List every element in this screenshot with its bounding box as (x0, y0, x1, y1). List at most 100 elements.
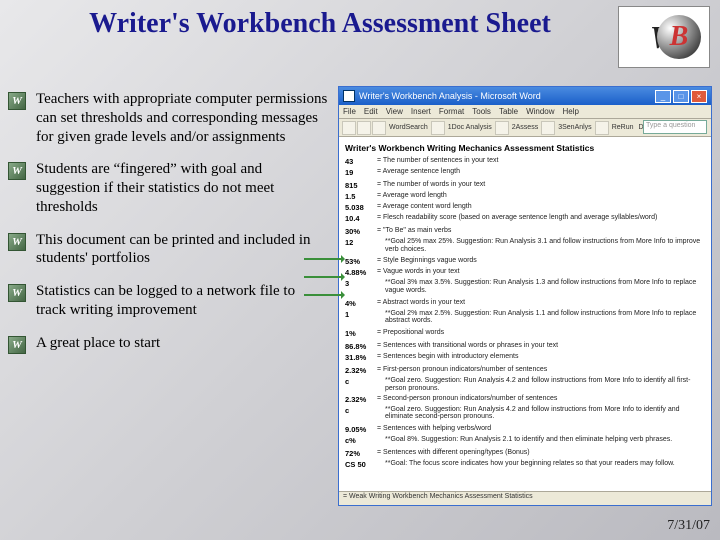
stat-text: = Style Beginnings vague words (377, 257, 705, 265)
stat-row: 9.05%= Sentences with helping verbs/word (345, 425, 705, 434)
stat-text: = "To Be" as main verbs (377, 227, 705, 235)
toolbar-label[interactable]: WordSearch (389, 124, 428, 131)
stat-row: CS 50**Goal: The focus score indicates h… (345, 460, 705, 469)
stat-row: 4%= Abstract words in your text (345, 299, 705, 308)
toolbar-button[interactable] (495, 121, 509, 135)
arrow-3 (304, 294, 344, 296)
toolbar-label[interactable]: 3SenAnlys (558, 124, 591, 131)
stat-number: 30% (345, 227, 377, 236)
toolbar-label[interactable]: ReRun (612, 124, 634, 131)
stat-number: 12 (345, 238, 377, 247)
stat-text: **Goal zero. Suggestion: Run Analysis 4.… (377, 406, 705, 421)
stat-row: 53%= Style Beginnings vague words (345, 257, 705, 266)
stat-number: 1 (345, 310, 377, 319)
stat-text: = Vague words in your text (377, 268, 705, 276)
toolbar-button[interactable] (342, 121, 356, 135)
bullet-item: Statistics can be logged to a network fi… (8, 282, 328, 320)
stat-text: = Sentences with different opening/types… (377, 449, 705, 457)
stat-text: = Sentences with transitional words or p… (377, 342, 705, 350)
minimize-button[interactable]: _ (655, 90, 671, 103)
toolbar-button[interactable] (357, 121, 371, 135)
stat-text: = Average sentence length (377, 168, 705, 176)
stat-number: 2.32% (345, 366, 377, 375)
stat-number: 72% (345, 449, 377, 458)
stat-number: 43 (345, 157, 377, 166)
stat-number: 86.8% (345, 342, 377, 351)
toolbar-button[interactable] (431, 121, 445, 135)
stat-number: 1.5 (345, 192, 377, 201)
stat-number: c% (345, 436, 377, 445)
stat-text: **Goal: The focus score indicates how yo… (377, 460, 705, 468)
bullet-item: Students are “fingered” with goal and su… (8, 160, 328, 216)
stat-number: 3 (345, 279, 377, 288)
bullet-icon (8, 284, 26, 302)
bullet-icon (8, 162, 26, 180)
stat-number: 31.8% (345, 353, 377, 362)
stat-text: **Goal 8%. Suggestion: Run Analysis 2.1 … (377, 436, 705, 444)
menu-item[interactable]: File (343, 107, 356, 116)
stat-number: 2.32% (345, 395, 377, 404)
stat-row: 10.4= Flesch readability score (based on… (345, 214, 705, 223)
close-button[interactable]: × (691, 90, 707, 103)
arrow-1 (304, 258, 344, 260)
menu-item[interactable]: Table (499, 107, 518, 116)
stat-row: 72%= Sentences with different opening/ty… (345, 449, 705, 458)
bullet-text: Students are “fingered” with goal and su… (36, 160, 328, 216)
stat-number: 9.05% (345, 425, 377, 434)
stat-row: 19= Average sentence length (345, 168, 705, 177)
stat-text: = Average word length (377, 192, 705, 200)
word-title: Writer's Workbench Analysis - Microsoft … (359, 91, 541, 101)
maximize-button[interactable]: □ (673, 90, 689, 103)
stat-text: = Abstract words in your text (377, 299, 705, 307)
stat-row: 43= The number of sentences in your text (345, 157, 705, 166)
word-doc-icon (343, 90, 355, 102)
bullet-item: This document can be printed and include… (8, 231, 328, 269)
stat-row: 1.5= Average word length (345, 192, 705, 201)
stat-text: = Prepositional words (377, 329, 705, 337)
toolbar-label[interactable]: 2Assess (512, 124, 538, 131)
menu-item[interactable]: View (386, 107, 403, 116)
bullet-icon (8, 92, 26, 110)
menu-item[interactable]: Window (526, 107, 554, 116)
word-menubar: File Edit View Insert Format Tools Table Window… (339, 105, 711, 119)
word-statusbar: = Weak Writing Workbench Mechanics Asses… (339, 491, 711, 505)
stat-text: = Average content word length (377, 203, 705, 211)
menu-item[interactable]: Format (439, 107, 464, 116)
arrow-2 (304, 276, 344, 278)
menu-item[interactable]: Edit (364, 107, 378, 116)
stat-number: c (345, 406, 377, 415)
toolbar-button[interactable] (595, 121, 609, 135)
toolbar-button[interactable] (541, 121, 555, 135)
stat-text: **Goal 3% max 3.5%. Suggestion: Run Anal… (377, 279, 705, 294)
word-screenshot: Writer's Workbench Analysis - Microsoft … (338, 86, 712, 506)
footer-date: 7/31/07 (667, 518, 710, 534)
word-titlebar: Writer's Workbench Analysis - Microsoft … (339, 87, 711, 105)
stat-row: 31.8%= Sentences begin with introductory… (345, 353, 705, 362)
stat-row: 2.32%= First-person pronoun indicators/n… (345, 366, 705, 375)
stat-row: c**Goal zero. Suggestion: Run Analysis 4… (345, 406, 705, 421)
stat-row: 2.32%= Second-person pronoun indicators/… (345, 395, 705, 404)
stat-number: 5.038 (345, 203, 377, 212)
menu-item[interactable]: Insert (411, 107, 431, 116)
menu-item[interactable]: Help (563, 107, 579, 116)
menu-item[interactable]: Tools (472, 107, 491, 116)
stats-list: 43= The number of sentences in your text… (345, 157, 705, 469)
stat-number: 1% (345, 329, 377, 338)
word-document-area: Writer's Workbench Writing Mechanics Ass… (339, 139, 711, 491)
toolbar-button[interactable] (372, 121, 386, 135)
stat-text: **Goal 2% max 2.5%. Suggestion: Run Anal… (377, 310, 705, 325)
stat-text: = Sentences with helping verbs/word (377, 425, 705, 433)
stat-row: 30%= "To Be" as main verbs (345, 227, 705, 236)
stat-number: 10.4 (345, 214, 377, 223)
stat-number: CS 50 (345, 460, 377, 469)
stat-text: = Second-person pronoun indicators/numbe… (377, 395, 705, 403)
stat-number: 815 (345, 181, 377, 190)
bullet-list: Teachers with appropriate computer permi… (8, 90, 328, 368)
stat-number: c (345, 377, 377, 386)
toolbar-label[interactable]: 1Doc Analysis (448, 124, 492, 131)
stat-number: 4.88% (345, 268, 377, 277)
help-search-box[interactable]: Type a question (643, 120, 707, 134)
bullet-item: Teachers with appropriate computer permi… (8, 90, 328, 146)
bullet-item: A great place to start (8, 334, 328, 354)
bullet-text: A great place to start (36, 334, 160, 353)
